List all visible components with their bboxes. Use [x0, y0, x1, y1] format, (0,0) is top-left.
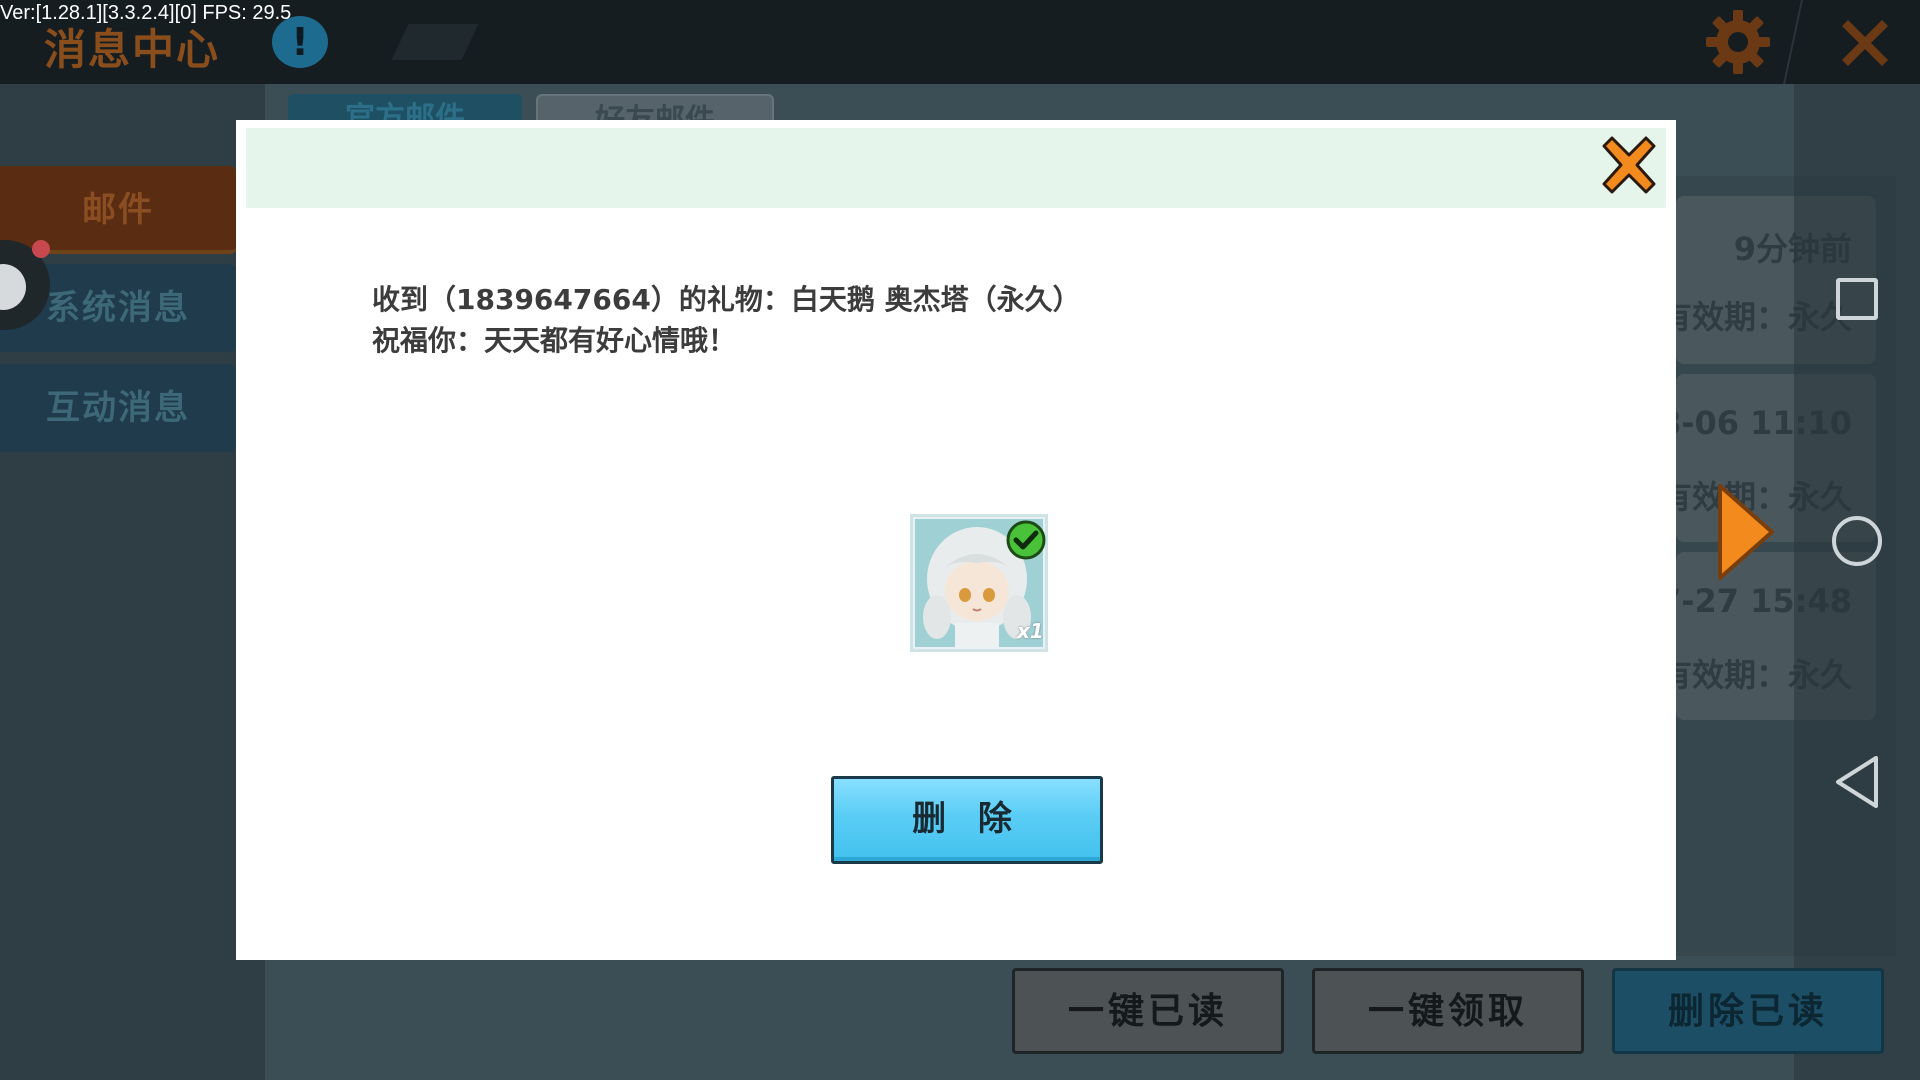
gear-icon[interactable]: [1704, 8, 1772, 76]
gift-item-slot[interactable]: x1: [910, 514, 1048, 652]
play-arrow-icon[interactable]: [1716, 482, 1776, 582]
dialog-header: [246, 128, 1666, 208]
home-icon[interactable]: [1832, 516, 1882, 566]
debug-version-text: Ver:[1.28.1][3.3.2.4][0] FPS: 29.5: [0, 2, 292, 24]
recent-apps-icon[interactable]: [1836, 278, 1878, 320]
delete-read-button[interactable]: 删除已读: [1612, 968, 1884, 1054]
item-quantity: x1: [1017, 619, 1044, 643]
sidebar-item-interaction-messages[interactable]: 互动消息: [0, 364, 236, 452]
gift-message-line: 收到（1839647664）的礼物：白天鹅 奥杰塔（永久）: [372, 283, 1081, 316]
delete-button[interactable]: 删 除: [831, 776, 1103, 864]
close-icon[interactable]: [1598, 132, 1660, 198]
notification-dot: [32, 240, 50, 258]
gift-message-dialog: 收到（1839647664）的礼物：白天鹅 奥杰塔（永久） 祝福你：天天都有好心…: [236, 120, 1676, 960]
blessing-message-line: 祝福你：天天都有好心情哦！: [372, 324, 737, 357]
check-icon: [1006, 520, 1046, 560]
close-icon[interactable]: [1834, 12, 1896, 74]
claim-all-button[interactable]: 一键领取: [1312, 968, 1584, 1054]
back-icon[interactable]: [1832, 754, 1882, 810]
system-nav-bar: [1794, 84, 1920, 1080]
read-all-button[interactable]: 一键已读: [1012, 968, 1284, 1054]
